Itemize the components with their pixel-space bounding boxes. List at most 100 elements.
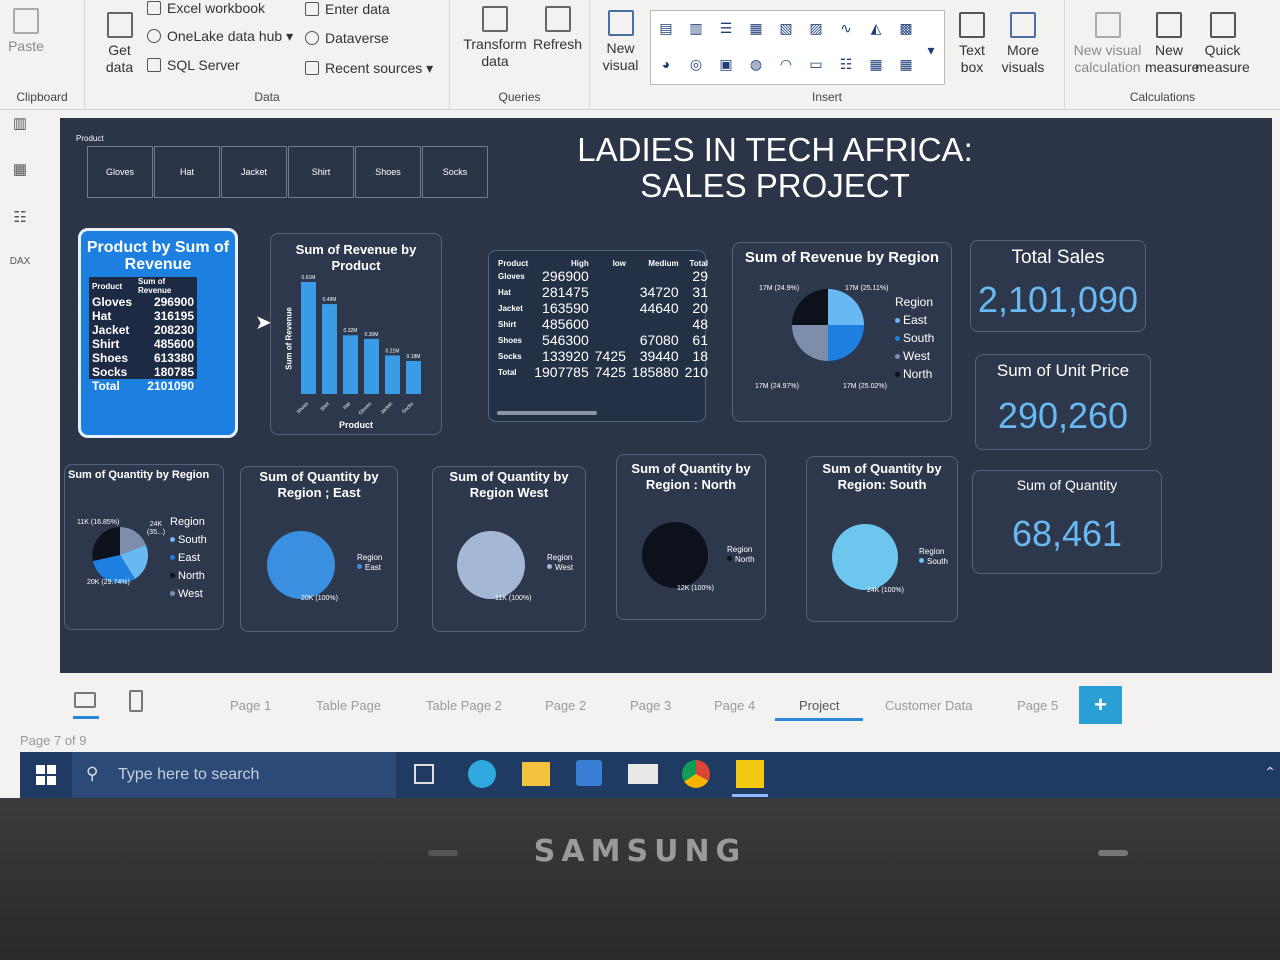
clustered-bar-icon[interactable]: ☰: [715, 17, 737, 39]
model-view-icon[interactable]: ☷: [9, 208, 31, 228]
tab-page-4[interactable]: Page 4: [714, 698, 755, 713]
legend-item[interactable]: East: [895, 311, 934, 329]
recent-sources-button[interactable]: Recent sources ▾: [305, 60, 433, 77]
dataverse-button[interactable]: Dataverse: [305, 30, 389, 47]
donut-chart-icon[interactable]: ◎: [685, 53, 707, 75]
legend-item[interactable]: North: [895, 365, 934, 383]
bar[interactable]: [301, 282, 316, 394]
onelake-button[interactable]: OneLake data hub ▾: [147, 28, 293, 45]
slicer-item-socks[interactable]: Socks: [422, 146, 488, 198]
legend-item[interactable]: South: [170, 531, 207, 549]
file-explorer-icon[interactable]: [522, 762, 550, 786]
paste-button[interactable]: Paste: [6, 8, 46, 55]
desktop-layout-icon[interactable]: [74, 692, 96, 708]
chevron-down-icon[interactable]: ▾: [923, 39, 939, 61]
stacked-bar-icon[interactable]: ▤: [655, 17, 677, 39]
revenue-matrix[interactable]: Product High low Medium Total Gloves 296900 29 H…: [488, 250, 708, 422]
card-icon[interactable]: ▭: [805, 53, 827, 75]
legend-item[interactable]: North: [170, 567, 207, 585]
pie-slice[interactable]: [828, 325, 864, 361]
pie-slice[interactable]: [828, 289, 864, 325]
pie-slice[interactable]: [832, 524, 898, 590]
ribbon-chart-icon[interactable]: ▧: [775, 17, 797, 39]
pie-slice[interactable]: [792, 325, 828, 361]
stacked-column-icon[interactable]: ▥: [685, 17, 707, 39]
mail-icon[interactable]: [628, 764, 658, 784]
pie-chart-icon[interactable]: ◕: [655, 53, 677, 75]
pie-slice[interactable]: [457, 531, 525, 599]
slicer-item-jacket[interactable]: Jacket: [221, 146, 287, 198]
quantity-south-pie[interactable]: Sum of Quantity by Region: South 24K (10…: [806, 456, 958, 622]
table-visual-icon[interactable]: ▦: [865, 53, 887, 75]
enter-data-button[interactable]: Enter data: [305, 1, 390, 18]
task-view-icon[interactable]: [414, 764, 434, 784]
legend-item[interactable]: East: [357, 563, 382, 573]
multi-row-card-icon[interactable]: ☷: [835, 53, 857, 75]
clustered-column-icon[interactable]: ▦: [745, 17, 767, 39]
pie-slice[interactable]: [792, 289, 828, 325]
slicer-item-shirt[interactable]: Shirt: [288, 146, 354, 198]
excel-workbook-button[interactable]: Excel workbook: [147, 0, 265, 17]
quantity-east-pie[interactable]: Sum of Quantity by Region ; East 20K (10…: [240, 466, 398, 632]
slicer-item-gloves[interactable]: Gloves: [87, 146, 153, 198]
edge-icon[interactable]: [468, 760, 496, 788]
treemap-icon[interactable]: ▣: [715, 53, 737, 75]
unit-price-card[interactable]: Sum of Unit Price 290,260: [975, 354, 1151, 450]
quantity-north-pie[interactable]: Sum of Quantity by Region : North 12K (1…: [616, 454, 766, 620]
legend-item[interactable]: North: [727, 555, 755, 565]
tab-page-2[interactable]: Page 2: [545, 698, 586, 713]
gauge-icon[interactable]: ◠: [775, 53, 797, 75]
legend-item[interactable]: West: [170, 585, 207, 603]
more-visuals-button[interactable]: More visuals: [992, 12, 1054, 76]
bar[interactable]: [385, 355, 400, 394]
pie-slice[interactable]: [92, 527, 120, 561]
sql-server-button[interactable]: SQL Server: [147, 57, 240, 74]
refresh-button[interactable]: Refresh: [530, 6, 585, 53]
slicer-item-shoes[interactable]: Shoes: [355, 146, 421, 198]
revenue-by-product-chart[interactable]: Sum of Revenue by Product Sum of Revenue…: [270, 233, 442, 435]
slicer-item-hat[interactable]: Hat: [154, 146, 220, 198]
quick-measure-button[interactable]: Quick measure: [1195, 12, 1250, 76]
pie-slice[interactable]: [642, 522, 708, 588]
text-box-button[interactable]: Text box: [952, 12, 992, 76]
tab-page-1[interactable]: Page 1: [230, 698, 271, 713]
quantity-west-pie[interactable]: Sum of Quantity by Region West 11K (100%…: [432, 466, 586, 632]
legend-item[interactable]: South: [895, 329, 934, 347]
taskbar-search-box[interactable]: ⚲ Type here to search: [72, 752, 396, 798]
new-visual-button[interactable]: New visual: [598, 10, 643, 74]
line-chart-icon[interactable]: ∿: [835, 17, 857, 39]
horizontal-scrollbar[interactable]: [497, 411, 597, 415]
transform-data-button[interactable]: Transform data: [460, 6, 530, 70]
waterfall-icon[interactable]: ▩: [895, 17, 917, 39]
legend-item[interactable]: South: [919, 557, 948, 567]
new-measure-button[interactable]: New measure: [1145, 12, 1199, 76]
bar[interactable]: [406, 360, 421, 394]
tab-table-page[interactable]: Table Page: [316, 698, 381, 713]
bar[interactable]: [364, 338, 379, 394]
tab-project[interactable]: Project: [799, 698, 839, 713]
quantity-by-region-pie[interactable]: Sum of Quantity by Region 11K (16.85%) 2…: [64, 464, 224, 630]
legend-item[interactable]: East: [170, 549, 207, 567]
dax-query-view-icon[interactable]: DAX: [9, 256, 31, 276]
pie-slice[interactable]: [267, 531, 335, 599]
new-visual-calculation-button[interactable]: New visual calculation: [1070, 12, 1145, 76]
line-column-icon[interactable]: ▨: [805, 17, 827, 39]
legend-item[interactable]: West: [547, 563, 573, 573]
tab-customer-data[interactable]: Customer Data: [885, 698, 972, 713]
revenue-by-region-pie[interactable]: Sum of Revenue by Region 17M (24.9%) 17M…: [732, 242, 952, 422]
windows-start-icon[interactable]: [36, 765, 56, 785]
table-view-icon[interactable]: ▦: [9, 160, 31, 180]
legend-item[interactable]: West: [895, 347, 934, 365]
report-view-icon[interactable]: ▥: [9, 114, 31, 134]
quantity-card[interactable]: Sum of Quantity 68,461: [972, 470, 1162, 574]
map-icon[interactable]: ◍: [745, 53, 767, 75]
total-sales-card[interactable]: Total Sales 2,101,090: [970, 240, 1146, 332]
power-bi-icon[interactable]: [736, 760, 764, 788]
tab-page-3[interactable]: Page 3: [630, 698, 671, 713]
matrix-visual-icon[interactable]: ▦: [895, 53, 917, 75]
bar[interactable]: [322, 304, 337, 394]
chevron-up-icon[interactable]: ⌃: [1264, 764, 1276, 781]
area-chart-icon[interactable]: ◭: [865, 17, 887, 39]
tab-page-5[interactable]: Page 5: [1017, 698, 1058, 713]
chrome-icon[interactable]: [682, 760, 710, 788]
